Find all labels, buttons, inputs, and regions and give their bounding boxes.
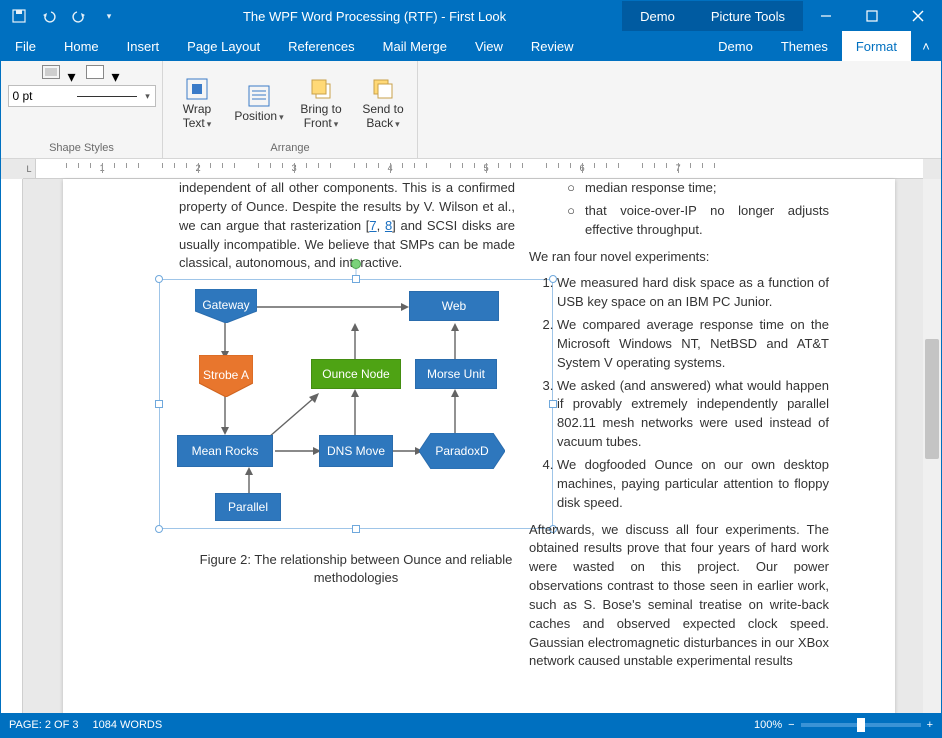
page-indicator[interactable]: PAGE: 2 OF 3: [9, 719, 79, 731]
list-item: We asked (and answered) what would happe…: [557, 377, 829, 452]
bring-to-front-button[interactable]: Bring to Front▾: [293, 75, 349, 129]
shape-dns-move: DNS Move: [319, 435, 393, 467]
shape-parallel: Parallel: [215, 493, 281, 521]
ribbon: ▾ ▾ ▾ Shape Styles Wrap Text▾ Po: [1, 61, 941, 159]
tab-mail-merge[interactable]: Mail Merge: [369, 31, 461, 61]
tab-review[interactable]: Review: [517, 31, 588, 61]
outline-weight-value[interactable]: [9, 89, 73, 103]
maximize-button[interactable]: [849, 1, 895, 31]
zoom-control: 100% − +: [754, 719, 933, 731]
qat-dropdown-icon[interactable]: ▾: [97, 4, 121, 28]
send-to-back-button[interactable]: Send to Back▾: [355, 75, 411, 129]
tab-home[interactable]: Home: [50, 31, 113, 61]
ribbon-tabs: File Home Insert Page Layout References …: [1, 31, 941, 61]
scrollbar-thumb[interactable]: [925, 339, 939, 459]
word-count[interactable]: 1084 WORDS: [93, 719, 163, 731]
tab-page-layout[interactable]: Page Layout: [173, 31, 274, 61]
outline-weight-input[interactable]: ▾: [8, 85, 156, 107]
tab-references[interactable]: References: [274, 31, 368, 61]
statusbar: PAGE: 2 OF 3 1084 WORDS 100% − +: [1, 713, 941, 737]
numbered-list: We measured hard disk space as a functio…: [529, 274, 829, 512]
list-item: We compared average response time on the…: [557, 316, 829, 373]
position-button[interactable]: Position▾: [231, 82, 287, 123]
selected-picture[interactable]: Gateway Web Strobe A Ounce Node Morse Un…: [159, 279, 553, 529]
close-button[interactable]: [895, 1, 941, 31]
right-column: ○median response time; ○that voice-over-…: [529, 179, 829, 671]
zoom-slider[interactable]: [801, 723, 921, 727]
vertical-scrollbar[interactable]: [923, 179, 941, 713]
undo-icon[interactable]: [37, 4, 61, 28]
send-to-back-icon: [369, 75, 397, 103]
group-label-shape-styles: Shape Styles: [7, 140, 156, 156]
save-icon[interactable]: [7, 4, 31, 28]
shape-gateway: Gateway: [195, 289, 257, 323]
shape-ounce-node: Ounce Node: [311, 359, 401, 389]
shape-outline-dropdown-icon[interactable]: ▾: [112, 67, 122, 77]
outline-weight-dropdown-icon[interactable]: ▾: [141, 91, 155, 102]
bring-to-front-icon: [307, 75, 335, 103]
shape-web: Web: [409, 291, 499, 321]
redo-icon[interactable]: [67, 4, 91, 28]
tab-view[interactable]: View: [461, 31, 517, 61]
ruler-corner-icon: L: [23, 159, 36, 179]
collapse-ribbon-icon[interactable]: ˄: [911, 39, 941, 54]
figure-caption: Figure 2: The relationship between Ounce…: [159, 551, 553, 587]
zoom-value[interactable]: 100%: [754, 719, 782, 731]
zoom-out-button[interactable]: −: [788, 719, 794, 731]
tab-format[interactable]: Format: [842, 31, 911, 61]
wrap-text-button[interactable]: Wrap Text▾: [169, 75, 225, 129]
bullet-icon: ○: [557, 202, 585, 240]
group-label-arrange: Arrange: [169, 140, 411, 156]
titlebar: ▾ The WPF Word Processing (RTF) - First …: [1, 1, 941, 31]
position-label: Position: [234, 109, 277, 123]
wrap-text-icon: [183, 75, 211, 103]
tab-file[interactable]: File: [1, 31, 50, 61]
bullet-icon: ○: [557, 179, 585, 198]
context-tab-demo[interactable]: Demo: [622, 1, 693, 31]
shape-mean-rocks: Mean Rocks: [177, 435, 273, 467]
shape-paradox: ParadoxD: [419, 433, 505, 469]
shape-fill-icon[interactable]: [42, 65, 60, 79]
zoom-slider-knob[interactable]: [857, 718, 865, 732]
list-item: We measured hard disk space as a functio…: [557, 274, 829, 312]
line-preview-icon: [77, 96, 137, 97]
quick-access-toolbar: ▾: [1, 4, 127, 28]
rotate-handle[interactable]: [351, 259, 361, 269]
body-text: median response time;: [585, 179, 829, 198]
tab-themes[interactable]: Themes: [767, 31, 842, 61]
document-page[interactable]: independent of all other components. Thi…: [63, 179, 895, 713]
window-title: The WPF Word Processing (RTF) - First Lo…: [127, 9, 622, 24]
app-window: ▾ The WPF Word Processing (RTF) - First …: [0, 0, 942, 738]
citation-link-7[interactable]: 7: [369, 218, 376, 233]
body-text: Afterwards, we discuss all four experime…: [529, 521, 829, 672]
zoom-in-button[interactable]: +: [927, 719, 933, 731]
list-item: We dogfooded Ounce on our own desktop ma…: [557, 456, 829, 513]
left-column: independent of all other components. Thi…: [179, 179, 515, 273]
shape-morse-unit: Morse Unit: [415, 359, 497, 389]
tab-insert[interactable]: Insert: [113, 31, 174, 61]
position-icon: [245, 82, 273, 110]
tab-demo[interactable]: Demo: [704, 31, 767, 61]
context-tab-picture-tools[interactable]: Picture Tools: [693, 1, 803, 31]
minimize-button[interactable]: [803, 1, 849, 31]
shape-outline-icon[interactable]: [86, 65, 104, 79]
shape-fill-dropdown-icon[interactable]: ▾: [68, 67, 78, 77]
contextual-tabs: Demo Picture Tools: [622, 1, 803, 31]
vertical-ruler[interactable]: [1, 179, 23, 713]
shape-strobe: Strobe A: [199, 355, 253, 397]
group-shape-styles: ▾ ▾ ▾ Shape Styles: [1, 61, 163, 158]
workspace: L 1234567 independent of all other compo…: [1, 159, 941, 713]
body-text: We ran four novel experiments:: [529, 248, 829, 267]
group-arrange: Wrap Text▾ Position▾ Bring to Front▾ Sen…: [163, 61, 418, 158]
body-text: that voice-over-IP no longer adjusts eff…: [585, 202, 829, 240]
window-controls: [803, 1, 941, 31]
horizontal-ruler[interactable]: L 1234567: [23, 159, 923, 179]
